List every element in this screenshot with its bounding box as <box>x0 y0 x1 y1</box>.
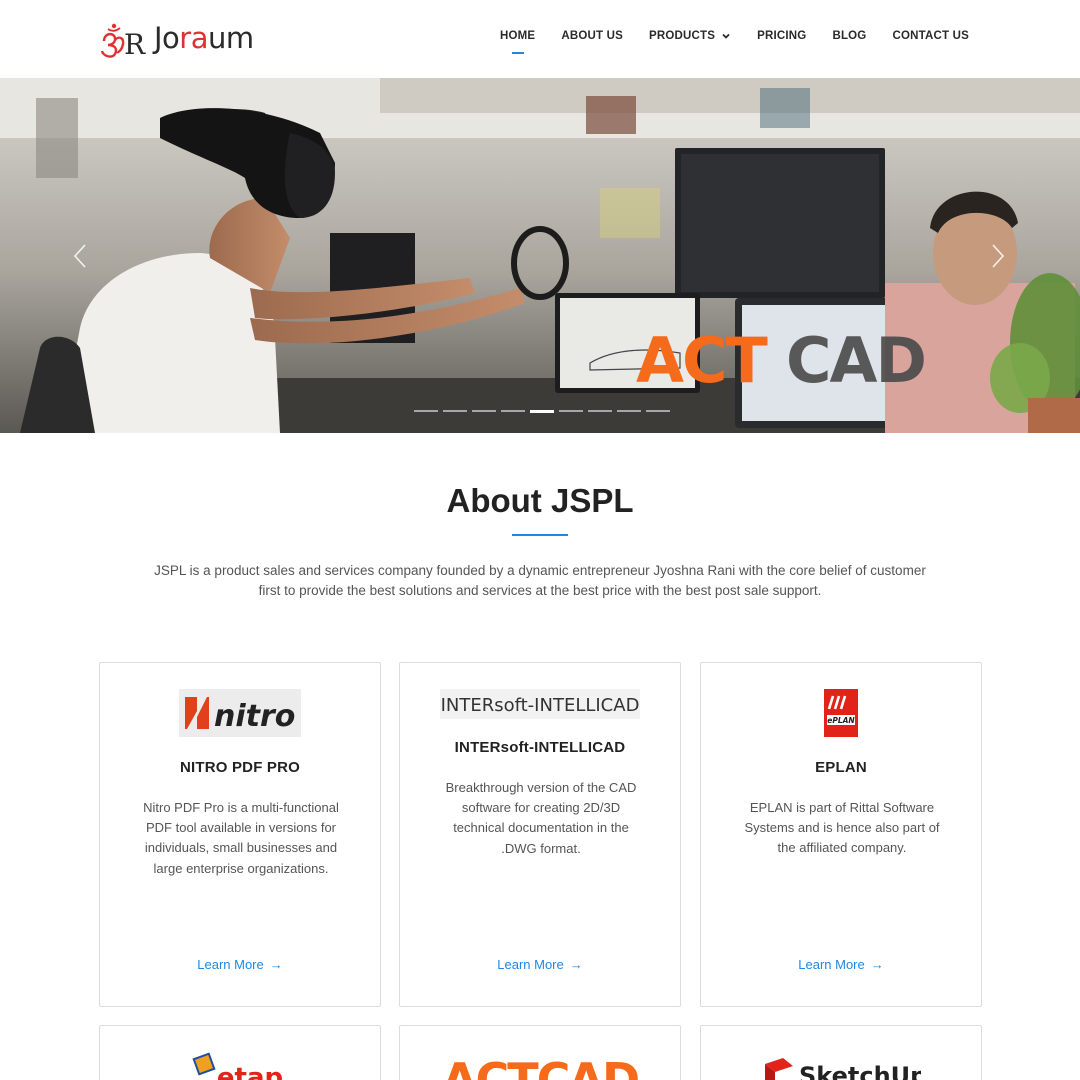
brand-name: Joraum <box>154 21 254 55</box>
learn-more-link[interactable]: Learn More → <box>100 957 380 972</box>
slider-dot[interactable] <box>588 410 612 412</box>
svg-text:R: R <box>124 28 146 59</box>
slider-dot[interactable] <box>414 410 438 412</box>
about-title: About JSPL <box>446 482 634 519</box>
chevron-right-icon[interactable] <box>986 243 1008 269</box>
sketchup-logo-icon: SketchUp <box>765 1058 921 1080</box>
nav-blog[interactable]: BLOG <box>832 30 866 42</box>
intellicad-logo-icon: INTERsoft-INTELLICAD <box>440 689 640 719</box>
svg-text:nitro: nitro <box>214 699 295 734</box>
slider-dot[interactable] <box>501 410 525 412</box>
svg-text:etap: etap <box>217 1063 283 1080</box>
product-card-sketchup: SketchUp <box>700 1025 982 1080</box>
product-card-intellicad: INTERsoft-INTELLICAD INTERsoft-INTELLICA… <box>399 662 681 1007</box>
nav-products[interactable]: PRODUCTS <box>649 30 731 42</box>
slider-dot[interactable] <box>559 410 583 412</box>
sketchup-logo: SketchUp <box>701 1054 981 1080</box>
slider-dot[interactable] <box>646 410 670 412</box>
arrow-right-icon: → <box>269 957 283 972</box>
site-header: R Joraum HOME ABOUT US PRODUCTS PRICING … <box>0 0 1080 78</box>
hero-office-image: ACT CAD <box>0 78 1080 433</box>
nav-home[interactable]: HOME <box>500 30 535 54</box>
chevron-left-icon[interactable] <box>70 243 92 269</box>
product-card-etap: etap <box>99 1025 381 1080</box>
nav-pricing[interactable]: PRICING <box>757 30 806 42</box>
arrow-right-icon: → <box>569 957 583 972</box>
svg-text:INTERsoft-INTELLICAD: INTERsoft-INTELLICAD <box>441 695 640 716</box>
nav-about-us[interactable]: ABOUT US <box>561 30 623 42</box>
nitro-logo-icon: nitro <box>179 689 301 737</box>
eplan-logo: ePLAN <box>701 689 981 737</box>
learn-more-link[interactable]: Learn More → <box>701 957 981 972</box>
slider-dot[interactable] <box>443 410 467 412</box>
slider-pagination <box>414 409 670 413</box>
product-card-actcad: ACTCAD <box>399 1025 681 1080</box>
hero-brand-text-act: ACT <box>636 324 767 397</box>
actcad-logo-icon: ACTCAD <box>442 1053 640 1080</box>
svg-text:ACTCAD: ACTCAD <box>442 1053 638 1080</box>
title-underline <box>512 534 568 536</box>
card-title: NITRO PDF PRO <box>179 759 301 776</box>
product-card-eplan: ePLAN EPLAN EPLAN is part of Rittal Soft… <box>700 662 982 1007</box>
hero-brand-text-cad: CAD <box>786 324 925 397</box>
intellicad-logo: INTERsoft-INTELLICAD <box>400 689 680 719</box>
product-card-nitro: nitro NITRO PDF PRO Nitro PDF Pro is a m… <box>99 662 381 1007</box>
nitro-logo: nitro <box>100 689 380 737</box>
slider-dot[interactable] <box>472 410 496 412</box>
card-description: Breakthrough version of the CAD software… <box>445 780 637 856</box>
svg-text:ePLAN: ePLAN <box>827 716 855 725</box>
about-description: JSPL is a product sales and services com… <box>154 563 926 598</box>
card-title: INTERsoft-INTELLICAD <box>454 739 626 756</box>
hero-slider: ACT CAD <box>0 78 1080 433</box>
svg-text:SketchUp: SketchUp <box>799 1062 921 1080</box>
actcad-logo: ACTCAD <box>400 1046 680 1080</box>
eplan-logo-icon: ePLAN <box>824 689 858 737</box>
card-description: EPLAN is part of Rittal Software Systems… <box>744 800 940 856</box>
etap-logo: etap <box>100 1052 380 1080</box>
card-description: Nitro PDF Pro is a multi-functional PDF … <box>143 800 339 876</box>
learn-more-link[interactable]: Learn More → <box>400 957 680 972</box>
main-nav: HOME ABOUT US PRODUCTS PRICING BLOG CONT… <box>474 30 969 54</box>
etap-logo-icon: etap <box>192 1052 283 1080</box>
slider-dot-active[interactable] <box>530 409 554 413</box>
slider-dot[interactable] <box>617 410 641 412</box>
arrow-right-icon: → <box>870 957 884 972</box>
om-symbol-logo-icon: R <box>100 23 146 59</box>
nav-contact-us[interactable]: CONTACT US <box>892 30 969 42</box>
chevron-down-icon <box>722 33 730 39</box>
card-title: EPLAN <box>815 759 867 776</box>
brand-logo[interactable]: R Joraum <box>100 16 254 60</box>
